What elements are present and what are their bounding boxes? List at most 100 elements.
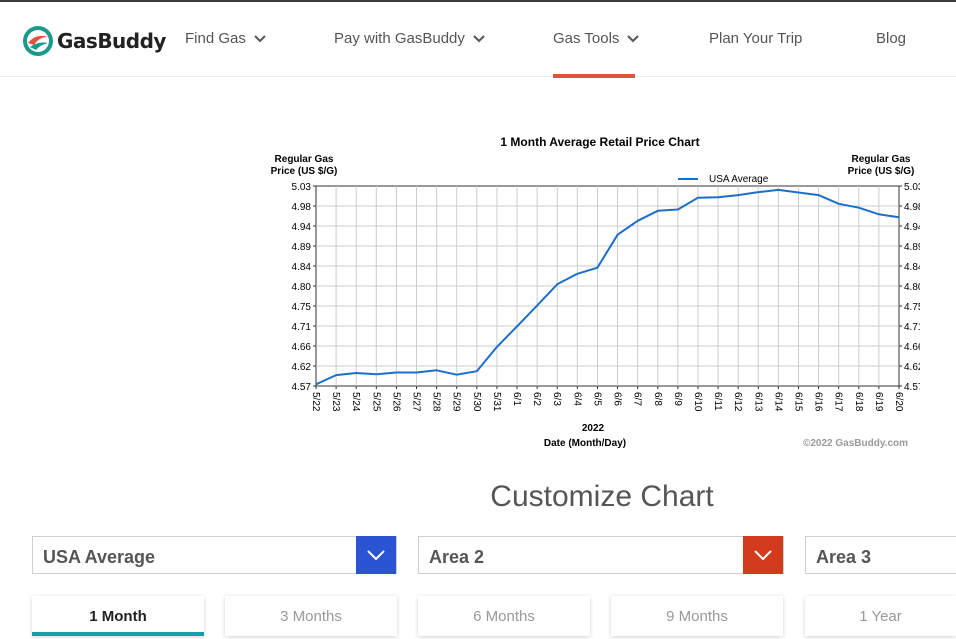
x-axis-year-label: 2022 [582, 423, 605, 434]
y-tick-label-right: 4.98 [904, 202, 920, 213]
tab-3-months[interactable]: 3 Months [225, 596, 397, 636]
area-1-select-value: USA Average [43, 547, 156, 567]
price-chart: 5.03 5.03 4.98 4.98 4.94 4.94 4.89 4.89 4.84 4.84… [260, 128, 924, 458]
tab-1-month-label: 1 Month [89, 607, 147, 625]
chart-copyright: ©2022 GasBuddy.com [803, 438, 908, 449]
gasbuddy-logo[interactable]: GasBuddy [22, 24, 166, 58]
x-tick-label: 6/12 [732, 392, 743, 412]
x-tick-label: 6/11 [712, 392, 723, 411]
y-tick-label-left: 4.98 [292, 202, 312, 213]
x-tick-label: 6/2 [531, 392, 542, 406]
nav-blog-label: Blog [876, 30, 907, 47]
y-tick-label-right: 4.66 [904, 342, 920, 353]
x-tick-label: 6/16 [813, 392, 824, 412]
y-tick-label-left: 4.80 [292, 282, 312, 293]
y-tick-label-left: 4.84 [292, 262, 312, 273]
nav-find-gas[interactable]: Find Gas [185, 30, 266, 47]
y-tick-label-left: 4.66 [292, 342, 312, 353]
y-tick-label-right: 4.62 [904, 362, 920, 373]
nav-gas-tools-label: Gas Tools [553, 30, 620, 47]
nav-find-gas-label: Find Gas [185, 30, 246, 47]
x-tick-label: 5/30 [471, 392, 482, 412]
area-3-select[interactable]: Area 3 [805, 536, 956, 574]
y-axis-label-right: Regular Gas [852, 154, 911, 165]
x-tick-label: 6/20 [893, 392, 904, 412]
chevron-down-icon [367, 550, 385, 560]
nav-active-indicator [553, 74, 635, 78]
area-1-select[interactable]: USA Average [32, 536, 397, 574]
y-axis-label-right: Price (US $/G) [848, 166, 915, 177]
y-axis-label-left: Price (US $/G) [271, 166, 338, 177]
y-tick-label-right: 4.94 [904, 222, 920, 233]
x-tick-label: 6/13 [752, 392, 763, 412]
area-2-select[interactable]: Area 2 [418, 536, 784, 574]
y-tick-label-left: 4.75 [292, 302, 312, 313]
y-tick-label-left: 4.89 [292, 242, 312, 253]
tab-6-months[interactable]: 6 Months [418, 596, 590, 636]
y-tick-label-left: 4.57 [292, 382, 312, 393]
x-tick-label: 6/18 [853, 392, 864, 412]
tab-9-months-label: 9 Months [666, 607, 728, 625]
x-tick-label: 6/9 [672, 392, 683, 406]
x-tick-label: 6/17 [833, 392, 844, 412]
y-axis-label-left: Regular Gas [275, 154, 334, 165]
y-tick-label-left: 4.94 [292, 222, 312, 233]
x-tick-label: 6/4 [571, 392, 582, 406]
x-tick-label: 6/8 [652, 392, 663, 406]
x-tick-label: 5/29 [451, 392, 462, 412]
y-tick-label-left: 4.62 [292, 362, 312, 373]
nav-pay-with-gasbuddy[interactable]: Pay with GasBuddy [334, 30, 485, 47]
area-2-dropdown-button[interactable] [743, 536, 783, 574]
chevron-down-icon [254, 34, 266, 42]
tab-6-months-label: 6 Months [473, 607, 535, 625]
y-tick-label-left: 5.03 [292, 182, 312, 193]
area-3-select-value: Area 3 [816, 547, 872, 567]
x-tick-label: 6/3 [551, 392, 562, 406]
x-tick-label: 5/31 [491, 392, 502, 412]
y-tick-label-right: 4.80 [904, 282, 920, 293]
x-tick-label: 5/28 [431, 392, 442, 412]
x-tick-label: 6/10 [692, 392, 703, 412]
tab-9-months[interactable]: 9 Months [611, 596, 783, 636]
chevron-down-icon [754, 550, 772, 560]
chart-title: 1 Month Average Retail Price Chart [500, 135, 699, 149]
x-tick-label: 5/22 [310, 392, 321, 412]
x-tick-label: 5/24 [350, 392, 361, 412]
nav-plan-trip-label: Plan Your Trip [709, 30, 803, 47]
x-tick-label: 6/1 [511, 392, 522, 406]
x-tick-label: 6/7 [632, 392, 643, 406]
x-tick-label: 5/26 [390, 392, 401, 412]
y-tick-label-right: 4.89 [904, 242, 920, 253]
nav-gas-tools[interactable]: Gas Tools [553, 30, 640, 47]
tab-1-year[interactable]: 1 Year [805, 596, 956, 636]
x-tick-label: 6/15 [792, 392, 803, 412]
x-tick-label: 6/5 [591, 392, 602, 406]
nav-blog[interactable]: Blog [876, 30, 906, 47]
y-tick-label-right: 5.03 [904, 182, 920, 193]
x-tick-label: 6/6 [612, 392, 623, 406]
y-tick-label-right: 4.71 [904, 322, 920, 333]
price-chart-svg: 5.03 5.03 4.98 4.98 4.94 4.94 4.89 4.89 4.84 4.84… [271, 135, 924, 449]
y-tick-label-right: 4.75 [904, 302, 920, 313]
chevron-down-icon [473, 34, 485, 42]
tab-1-year-label: 1 Year [859, 607, 902, 625]
x-tick-label: 5/25 [370, 392, 381, 412]
area-1-dropdown-button[interactable] [356, 536, 396, 574]
tab-3-months-label: 3 Months [280, 607, 342, 625]
y-tick-label-right: 4.84 [904, 262, 920, 273]
x-tick-label: 6/14 [772, 392, 783, 412]
nav-pay-label: Pay with GasBuddy [334, 30, 465, 47]
brand-name: GasBuddy [57, 29, 166, 53]
x-axis-label: Date (Month/Day) [544, 438, 626, 449]
customize-chart-title: Customize Chart [490, 480, 714, 513]
area-2-select-value: Area 2 [429, 547, 485, 567]
tab-1-month[interactable]: 1 Month [32, 596, 204, 636]
x-tick-label: 5/27 [411, 392, 422, 412]
y-tick-label-left: 4.71 [292, 322, 312, 333]
legend-label-usa-average: USA Average [709, 174, 769, 185]
y-tick-label-right: 4.57 [904, 382, 920, 393]
chevron-down-icon [627, 34, 640, 42]
nav-plan-your-trip[interactable]: Plan Your Trip [709, 30, 802, 47]
x-tick-label: 6/19 [873, 392, 884, 412]
x-tick-label: 5/23 [330, 392, 341, 412]
